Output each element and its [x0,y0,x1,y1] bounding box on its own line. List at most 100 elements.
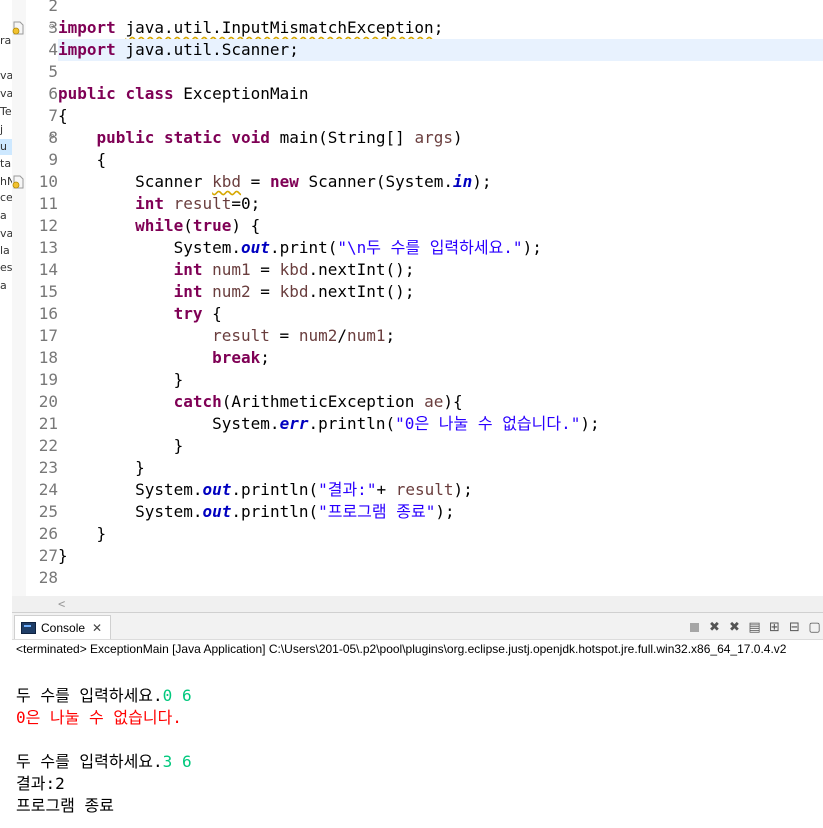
package-explorer-fragment[interactable]: j [0,122,12,138]
warning-marker-icon[interactable] [12,174,24,189]
package-explorer-fragment[interactable]: va [0,68,12,84]
code-token: break [212,348,261,367]
package-explorer-fragment[interactable]: la [0,243,12,259]
package-explorer-fragment[interactable]: u [0,139,12,155]
code-token: kbd [279,260,309,279]
code-line[interactable]: 11 int result=0; [39,193,823,215]
code-token: try [173,304,203,323]
code-line[interactable]: 10 Scanner kbd = new Scanner(System.in); [12,171,823,193]
code-token: kbd [279,282,309,301]
code-token: java.util.InputMismatchException [125,18,434,37]
warning-marker-icon[interactable] [12,20,24,35]
console-output[interactable]: 두 수를 입력하세요.0 6 0은 나눌 수 없습니다. 두 수를 입력하세요.3… [16,663,192,817]
code-token: ae [424,392,444,411]
close-icon[interactable]: ✕ [92,621,102,635]
code-token: ); [522,238,542,257]
code-line[interactable]: 19 } [39,369,823,391]
code-line[interactable]: 20 catch(ArithmeticException ae){ [39,391,823,413]
line-number: 9 [48,150,58,169]
code-line[interactable]: 23 } [39,457,823,479]
line-number: 14 [38,260,58,279]
code-line[interactable]: 26 } [39,523,823,545]
code-line[interactable]: 13 System.out.print("\n두 수를 입력하세요."); [39,237,823,259]
code-text: } [58,523,107,545]
code-line[interactable]: 4 import java.util.Scanner; [48,39,823,61]
code-line[interactable]: 18 break; [39,347,823,369]
scroll-left-icon[interactable]: < [58,596,65,612]
code-line[interactable]: 25 System.out.println("프로그램 종료"); [39,501,823,523]
code-line[interactable]: 22 } [39,435,823,457]
package-explorer-fragment[interactable]: a [0,278,12,294]
fold-toggle-icon[interactable]: ⊖ [49,22,54,32]
code-token: } [58,524,107,543]
package-explorer-fragment[interactable]: Te [0,104,12,120]
horizontal-scrollbar[interactable]: < [12,596,823,612]
package-explorer-fragment[interactable]: ra [0,33,12,49]
code-text: int result=0; [58,193,260,215]
code-line[interactable]: 17 result = num2/num1; [39,325,823,347]
code-line[interactable]: 5 [48,61,823,83]
code-token: true [192,216,232,235]
display-console-icon[interactable]: ▢ [806,619,823,636]
code-token: "결과:" [318,480,377,499]
code-line[interactable]: 16 try { [39,303,823,325]
package-explorer-fragment[interactable]: hN [0,174,12,190]
code-token: main(String[] [269,128,415,147]
pin-console-icon[interactable]: ⊟ [786,619,803,636]
code-editor[interactable]: 2 3 ⊖ import java.util.InputMismatchExcepti… [12,0,823,612]
code-line[interactable]: 3 ⊖ import java.util.InputMismatchExceptio… [12,17,823,39]
code-line[interactable]: 12 while(true) { [39,215,823,237]
code-token: class [125,84,174,103]
package-explorer-fragment[interactable]: a [0,208,12,224]
code-line[interactable]: 7{ [48,105,823,127]
console-icon [21,621,36,634]
remove-launch-icon[interactable]: ✖ [706,619,723,636]
fold-toggle-icon[interactable]: ⊖ [49,132,54,142]
remove-all-icon[interactable]: ✖ [726,619,743,636]
code-line[interactable]: 28 [39,567,823,589]
code-line[interactable]: 2 [48,0,823,17]
package-explorer-fragment[interactable]: ta [0,156,12,172]
clear-console-icon[interactable]: ▤ [746,619,763,636]
package-explorer-fragment[interactable]: ce [0,190,12,206]
code-line[interactable]: 27} [39,545,823,567]
code-line[interactable]: 21 System.err.println("0은 나눌 수 없습니다."); [39,413,823,435]
code-token: out [241,238,270,257]
code-text: import java.util.InputMismatchException; [58,17,443,39]
code-line[interactable]: 24 System.out.println("결과:"+ result); [39,479,823,501]
console-output-text: 프로그램 종료 [16,796,114,815]
code-line[interactable]: 8 ⊖ public static void main(String[] args… [48,127,823,149]
console-view[interactable]: Console ✕ ✖ ✖ ▤ ⊞ ⊟ ▢ <terminated> ExceptionM… [12,612,823,828]
code-line[interactable]: 6 public class ExceptionMain [48,83,823,105]
code-token: ); [472,172,492,191]
tab-console[interactable]: Console ✕ [14,615,112,639]
code-token: { [58,150,107,169]
code-text: } [58,369,184,391]
code-token: "0은 나눌 수 없습니다." [395,414,581,433]
line-number: 22 [38,436,58,455]
code-token: "\n두 수를 입력하세요." [337,238,523,257]
terminate-icon[interactable] [686,619,703,636]
package-explorer-fragment[interactable]: va [0,86,12,102]
code-token: (ArithmeticException [221,392,425,411]
scroll-lock-icon[interactable]: ⊞ [766,619,783,636]
code-line[interactable]: 15 int num2 = kbd.nextInt(); [39,281,823,303]
code-token: = [250,260,280,279]
code-line[interactable]: 14 int num1 = kbd.nextInt(); [39,259,823,281]
line-number: 10 [38,172,58,191]
code-token: while [135,216,184,235]
package-explorer-fragment[interactable]: es [0,260,12,276]
package-explorer-fragment[interactable]: va [0,226,12,242]
code-line[interactable]: 9 { [48,149,823,171]
code-token: ) [452,128,463,147]
console-line: 0은 나눌 수 없습니다. [16,707,192,729]
console-error-text: 0은 나눌 수 없습니다. [16,708,182,727]
